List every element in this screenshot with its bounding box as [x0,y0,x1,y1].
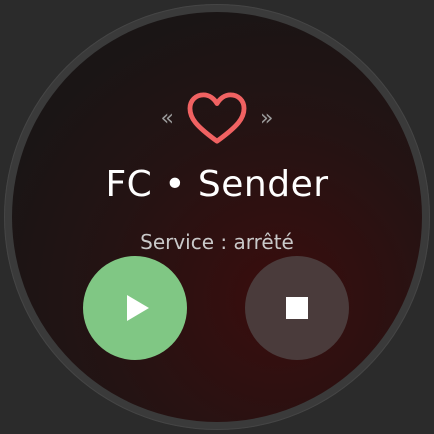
app-title: FC • Sender [105,164,329,205]
service-status: Service : arrêté [140,230,294,254]
heart-icon [187,92,247,144]
start-button[interactable] [83,256,187,360]
watch-face: « » FC • Sender Service : arrêté [12,12,422,422]
stop-icon [286,297,308,319]
next-arrow-icon[interactable]: » [260,108,273,130]
screen: « » FC • Sender Service : arrêté [0,0,434,434]
stop-button[interactable] [245,256,349,360]
heart-selector: « » [12,84,422,154]
play-icon [127,295,149,321]
previous-arrow-icon[interactable]: « [161,108,174,130]
